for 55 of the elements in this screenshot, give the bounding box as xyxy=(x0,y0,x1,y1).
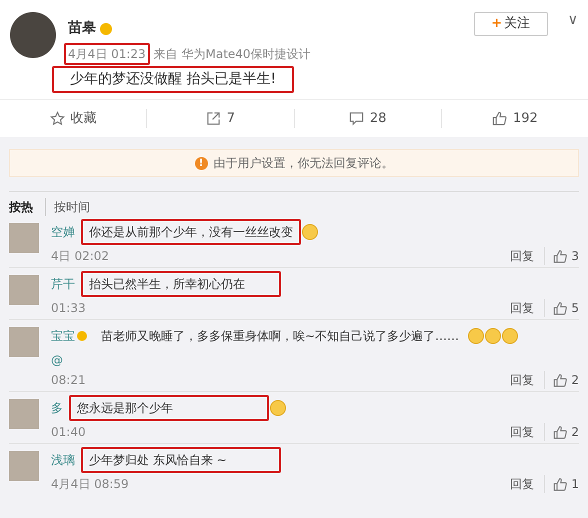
thumbs-up-icon xyxy=(553,372,568,388)
commenter-name[interactable]: 空婵 xyxy=(51,223,75,241)
like-button[interactable]: 5 xyxy=(553,299,579,317)
commenter-name[interactable]: 芹干 xyxy=(51,275,75,293)
reply-button[interactable]: 回复 xyxy=(510,423,545,441)
star-icon xyxy=(50,111,65,126)
like-action-button[interactable]: 192 xyxy=(440,108,588,128)
comment-icon xyxy=(348,111,364,126)
warning-icon: ! xyxy=(194,156,208,170)
mention-link[interactable]: @ xyxy=(51,351,579,369)
follow-button[interactable]: +关注 xyxy=(474,12,548,36)
post-source: 来自 华为Mate40保时捷设计 xyxy=(154,46,311,63)
like-button[interactable]: 3 xyxy=(553,247,579,265)
like-button[interactable]: 2 xyxy=(553,371,579,389)
like-button[interactable]: 2 xyxy=(553,423,579,441)
sort-tab[interactable]: 按热 xyxy=(9,198,33,216)
thumbs-up-icon xyxy=(553,300,568,316)
thumbs-up-icon xyxy=(553,424,568,440)
comment-time: 08:21 xyxy=(51,372,87,389)
star-action-button[interactable]: 收藏 xyxy=(0,108,146,128)
comment-time: 4月4日 08:59 xyxy=(51,476,130,493)
share-icon xyxy=(206,111,221,126)
emoji-icon xyxy=(502,328,518,344)
comment-text: 苗老师又晚睡了，多多保重身体啊，唉~不知自己说了多少遍了…… xyxy=(100,328,460,345)
reply-button[interactable]: 回复 xyxy=(510,247,545,265)
thumbs-up-icon xyxy=(553,248,568,264)
commenter-name[interactable]: 多 xyxy=(51,399,63,417)
emoji-icon xyxy=(270,400,286,416)
post-time: 4月4日 01:23 xyxy=(64,43,150,65)
commenter-name[interactable]: 浅璃 xyxy=(51,451,75,469)
comment-time: 4日 02:02 xyxy=(51,248,110,265)
thumbs-up-icon xyxy=(553,476,568,492)
thumbs-up-icon xyxy=(492,111,507,126)
share-action-button[interactable]: 7 xyxy=(146,108,294,128)
comment-time: 01:40 xyxy=(51,424,87,441)
comment-text: 您永远是那个少年 xyxy=(69,395,269,421)
comment-text: 抬头已然半生，所幸初心仍在 xyxy=(81,271,281,297)
reply-button[interactable]: 回复 xyxy=(510,299,545,317)
comment-text: 你还是从前那个少年，没有一丝丝改变 xyxy=(81,219,301,245)
emoji-icon xyxy=(302,224,318,240)
emoji-icon xyxy=(485,328,502,344)
reply-button[interactable]: 回复 xyxy=(510,475,545,493)
comment-time: 01:33 xyxy=(51,300,87,317)
post-text: 少年的梦还没做醒 抬头已是半生! xyxy=(52,66,294,93)
emoji-icon xyxy=(468,328,484,344)
author-name[interactable]: 苗皋 xyxy=(68,18,96,39)
avatar-placeholder[interactable] xyxy=(10,12,56,58)
comment-text: 少年梦归处 东风恰自来 ~ xyxy=(81,447,281,473)
reply-button[interactable]: 回复 xyxy=(510,371,545,389)
commenter-name[interactable]: 宝宝 xyxy=(51,327,75,345)
sort-tab[interactable]: 按时间 xyxy=(45,198,90,216)
notice-text: 由于用户设置，你无法回复评论。 xyxy=(214,155,394,172)
comment-action-button[interactable]: 28 xyxy=(294,108,441,128)
menu-caret-button[interactable]: ∨ xyxy=(568,10,578,31)
like-button[interactable]: 1 xyxy=(553,475,579,493)
